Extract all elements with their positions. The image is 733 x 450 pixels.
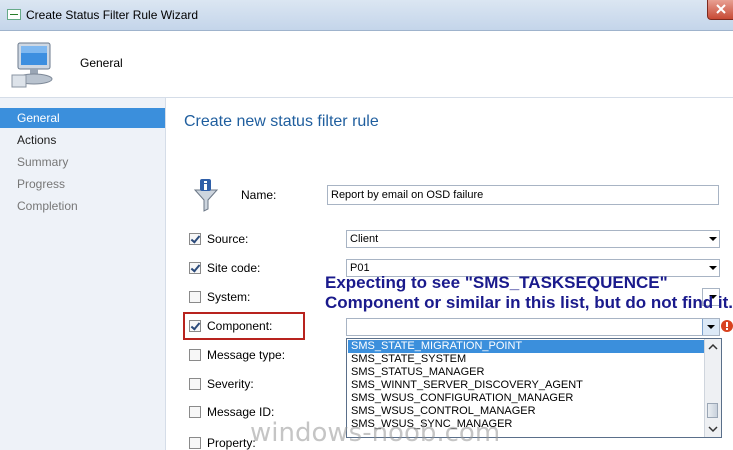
computer-monitor-icon — [10, 41, 60, 92]
site-code-label: Site code: — [207, 261, 261, 275]
list-item[interactable]: SMS_WSUS_CONFIGURATION_MANAGER — [348, 392, 704, 405]
source-select[interactable]: Client — [346, 230, 720, 248]
list-item[interactable]: SMS_WSUS_CONTROL_MANAGER — [348, 405, 704, 418]
list-item[interactable]: SMS_STATE_SYSTEM — [348, 353, 704, 366]
component-dropdown-button[interactable] — [702, 319, 719, 335]
filter-info-icon — [193, 178, 219, 215]
wizard-nav: General Actions Summary Progress Complet… — [0, 98, 166, 450]
list-item[interactable]: SMS_WINNT_SERVER_DISCOVERY_AGENT — [348, 379, 704, 392]
scrollbar-thumb[interactable] — [707, 403, 718, 418]
system-checkbox[interactable] — [189, 291, 201, 303]
chevron-down-icon — [707, 325, 715, 329]
page-title: Create new status filter rule — [184, 113, 379, 130]
severity-checkbox[interactable] — [189, 378, 201, 390]
list-item[interactable]: SMS_STATUS_MANAGER — [348, 366, 704, 379]
wizard-header: General — [0, 31, 733, 98]
nav-item-completion: Completion — [17, 199, 78, 213]
close-button[interactable] — [707, 0, 733, 20]
name-input[interactable]: Report by email on OSD failure — [327, 185, 719, 205]
component-select[interactable] — [346, 318, 720, 336]
window-title: Create Status Filter Rule Wizard — [26, 8, 199, 22]
source-label: Source: — [207, 232, 249, 246]
list-item[interactable]: SMS_STATE_MIGRATION_POINT — [348, 340, 704, 353]
site-code-checkbox[interactable] — [189, 262, 201, 274]
scroll-up-icon[interactable] — [705, 341, 721, 353]
error-icon — [721, 319, 733, 336]
watermark: windows-noob.com — [250, 418, 501, 448]
message-type-label: Message type: — [207, 348, 286, 362]
severity-label: Severity: — [207, 377, 254, 391]
nav-item-actions[interactable]: Actions — [0, 130, 165, 150]
source-checkbox[interactable] — [189, 233, 201, 245]
source-value: Client — [350, 233, 379, 245]
name-label: Name: — [241, 188, 277, 202]
component-checkbox[interactable] — [189, 320, 201, 332]
system-label: System: — [207, 290, 251, 304]
header-title: General — [80, 56, 123, 70]
nav-item-general[interactable]: General — [0, 108, 165, 128]
wizard-window-icon — [7, 9, 21, 20]
message-type-checkbox[interactable] — [189, 349, 201, 361]
nav-item-summary: Summary — [17, 155, 69, 169]
title-bar: Create Status Filter Rule Wizard — [0, 0, 733, 31]
chevron-down-icon — [709, 266, 717, 270]
component-label: Component: — [207, 319, 273, 333]
message-id-label: Message ID: — [207, 405, 275, 419]
property-label: Property: — [207, 436, 256, 450]
message-id-checkbox[interactable] — [189, 406, 201, 418]
annotation-callout: Expecting to see "SMS_TASKSEQUENCE" Comp… — [325, 273, 733, 312]
dropdown-scrollbar[interactable] — [704, 339, 721, 437]
scroll-down-icon[interactable] — [705, 423, 721, 435]
nav-item-progress: Progress — [17, 177, 66, 191]
property-checkbox[interactable] — [189, 437, 201, 449]
chevron-down-icon — [709, 237, 717, 241]
close-icon — [716, 4, 726, 14]
